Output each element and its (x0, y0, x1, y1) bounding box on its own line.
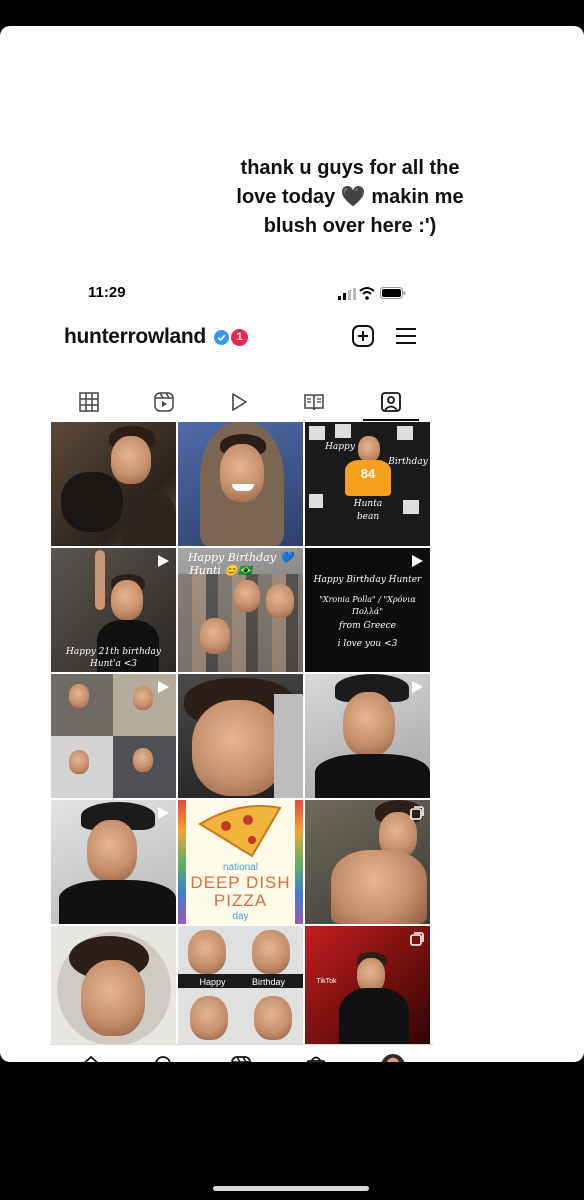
status-bar: 11:29 (50, 274, 434, 314)
play-icon (232, 393, 247, 411)
post-text: Birthday (388, 457, 428, 467)
grid-post[interactable]: Happy Birthday Hunter "Xronia Polla" / "… (305, 548, 430, 672)
grid-post[interactable]: Happy 21th birthday Hunt'a <3 (51, 548, 176, 672)
grid-post[interactable]: Happy Birthday 💙 Hunti 😊🇧🇷 (178, 548, 303, 672)
shop-icon (307, 1056, 325, 1062)
nav-home[interactable] (80, 1055, 102, 1062)
post-text: bean (356, 512, 380, 522)
home-indicator[interactable] (213, 1186, 369, 1191)
grid-post[interactable]: Happy Birthday (178, 926, 303, 1048)
reel-play-icon (412, 555, 423, 567)
grid-post[interactable] (51, 800, 176, 924)
tab-videos[interactable] (228, 391, 250, 413)
phone-screenshot: 11:29 hunterrowland 1 84 Happy Birthday … (50, 274, 434, 1062)
tab-reels[interactable] (153, 391, 175, 413)
reel-play-icon (158, 555, 169, 567)
post-grid: 84 Happy Birthday Hunta bean Happy 21th … (51, 422, 431, 1048)
grid-post[interactable]: national DEEP DISH PIZZA day (178, 800, 303, 924)
bottom-navigation (50, 1044, 434, 1062)
guide-icon (304, 394, 324, 411)
post-text: Hunta (353, 499, 383, 509)
tab-guides[interactable] (303, 391, 325, 413)
post-text: Happy (325, 442, 355, 452)
post-text: from Greece (339, 621, 396, 631)
battery-icon (380, 287, 406, 299)
profile-tabs (50, 387, 434, 421)
tab-tagged[interactable] (363, 391, 419, 421)
home-icon (84, 1056, 98, 1062)
story-caption: thank u guys for all the love today 🖤 ma… (200, 154, 500, 241)
grid-post[interactable] (178, 674, 303, 798)
grid-post[interactable] (51, 422, 176, 546)
caption-line-2: love today 🖤 makin me (236, 186, 464, 208)
profile-header: hunterrowland 1 (50, 319, 434, 359)
reel-play-icon (158, 807, 169, 819)
search-icon (155, 1056, 171, 1062)
notification-badge[interactable]: 1 (231, 329, 248, 346)
tagged-icon (381, 392, 401, 412)
add-post-icon[interactable] (352, 325, 374, 347)
grid-post[interactable]: TikTok (305, 926, 430, 1048)
post-text: Hunti 😊🇧🇷 (189, 564, 252, 577)
verified-badge-icon (214, 330, 229, 345)
grid-post[interactable] (178, 422, 303, 546)
jersey-number: 84 (360, 466, 376, 481)
grid-post[interactable] (305, 800, 430, 924)
post-text: Happy Birthday Hunter (313, 575, 422, 585)
nav-search[interactable] (154, 1055, 176, 1062)
grid-post[interactable] (51, 926, 176, 1048)
profile-username[interactable]: hunterrowland (64, 325, 206, 349)
post-text: PIZZA (213, 891, 268, 910)
multi-post-icon (410, 806, 424, 820)
reel-play-icon (158, 681, 169, 693)
nav-reels[interactable] (230, 1055, 252, 1062)
post-text: Happy 21th birthday (66, 647, 161, 657)
grid-post[interactable]: 84 Happy Birthday Hunta bean (305, 422, 430, 546)
post-text: i love you <3 (337, 639, 398, 649)
post-text: Happy Birthday 💙 (187, 551, 294, 564)
grid-icon (79, 392, 99, 412)
story-card: thank u guys for all the love today 🖤 ma… (0, 26, 584, 1062)
pizza-slice-icon (198, 805, 282, 858)
post-text: Birthday (251, 977, 286, 987)
reel-play-icon (412, 681, 423, 693)
post-text: Hunt'a <3 (89, 659, 138, 669)
nav-shop[interactable] (305, 1055, 327, 1062)
post-text: day (232, 911, 249, 922)
tab-grid[interactable] (78, 391, 100, 413)
caption-line-1: thank u guys for all the (240, 157, 460, 179)
profile-avatar[interactable] (381, 1054, 405, 1062)
reels-icon (231, 1056, 251, 1062)
status-time: 11:29 (88, 284, 126, 301)
post-text: DEEP DISH (190, 873, 291, 892)
grid-post[interactable] (51, 674, 176, 798)
wifi-icon (359, 287, 375, 300)
menu-icon[interactable] (395, 326, 417, 346)
post-text: TikTok (316, 978, 337, 985)
post-text: "Xronia Polla" / "Χρόνια Πολλά" (319, 595, 416, 616)
grid-post[interactable] (305, 674, 430, 798)
multi-post-icon (410, 932, 424, 946)
signal-icon (338, 288, 356, 300)
reels-icon (154, 392, 174, 412)
caption-line-3: blush over here :') (263, 215, 437, 237)
